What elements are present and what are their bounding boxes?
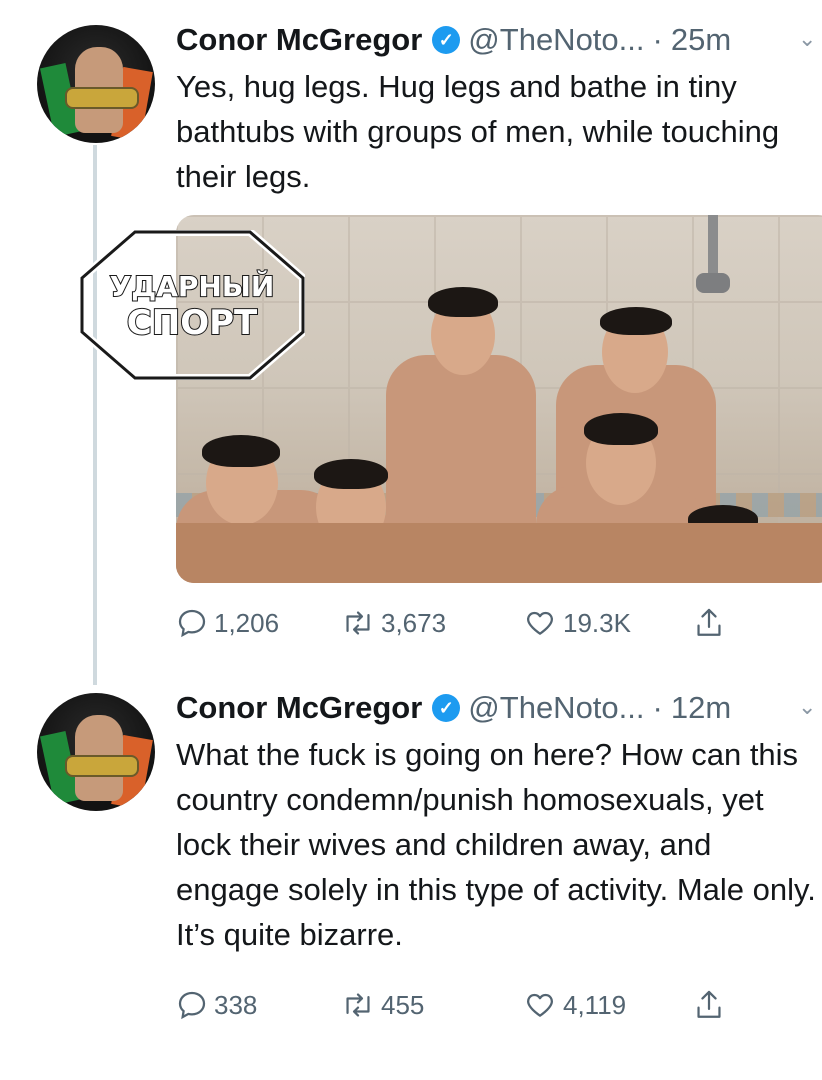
chevron-down-icon[interactable]: ⌄ bbox=[798, 26, 822, 56]
tweet[interactable]: Conor McGregor ✓ @TheNoto... · 25m ⌄ Yes… bbox=[0, 0, 822, 668]
verified-badge-icon: ✓ bbox=[432, 26, 461, 54]
reply-button[interactable]: 338 bbox=[176, 989, 257, 1021]
tweet-header: Conor McGregor ✓ @TheNoto... · 25m bbox=[176, 20, 731, 60]
share-button[interactable] bbox=[693, 606, 725, 640]
like-count: 4,119 bbox=[563, 989, 627, 1020]
tweet-header: Conor McGregor ✓ @TheNoto... · 12m bbox=[176, 688, 731, 728]
tweet-actions: 1,206 3,673 19.3K bbox=[176, 603, 776, 643]
retweet-button[interactable]: 455 bbox=[341, 989, 424, 1021]
photo-person-hair bbox=[584, 413, 658, 445]
watermark-line-2: СПОРТ bbox=[127, 303, 258, 343]
photo-person-hair bbox=[202, 435, 280, 467]
reply-count: 338 bbox=[214, 989, 258, 1020]
retweet-icon bbox=[346, 611, 370, 635]
like-button[interactable]: 19.3K bbox=[523, 607, 631, 639]
avatar-belt bbox=[65, 755, 139, 777]
like-icon bbox=[527, 993, 553, 1017]
photo-person-hair bbox=[428, 287, 498, 317]
tweet-timestamp[interactable]: 12m bbox=[671, 690, 731, 726]
watermark-line-1: УДАРНЫЙ bbox=[110, 269, 275, 303]
avatar[interactable] bbox=[37, 25, 155, 143]
retweet-button[interactable]: 3,673 bbox=[341, 607, 446, 639]
photo-person-hair bbox=[314, 459, 388, 489]
reply-count: 1,206 bbox=[214, 607, 280, 638]
author-handle[interactable]: @TheNoto... bbox=[468, 690, 644, 726]
chevron-down-icon[interactable]: ⌄ bbox=[798, 694, 822, 724]
watermark-logo: УДАРНЫЙ СПОРТ bbox=[80, 230, 305, 380]
tweet-text: What the fuck is going on here? How can … bbox=[176, 737, 816, 952]
like-button[interactable]: 4,119 bbox=[523, 989, 626, 1021]
avatar-belt bbox=[65, 87, 139, 109]
avatar[interactable] bbox=[37, 693, 155, 811]
retweet-icon bbox=[346, 993, 370, 1017]
author-name[interactable]: Conor McGregor bbox=[176, 22, 422, 58]
like-icon bbox=[527, 611, 553, 635]
photo-shower-head bbox=[696, 273, 730, 293]
retweet-count: 3,673 bbox=[381, 607, 447, 638]
like-count: 19.3K bbox=[563, 607, 631, 638]
reply-button[interactable]: 1,206 bbox=[176, 607, 279, 639]
author-name[interactable]: Conor McGregor bbox=[176, 690, 422, 726]
share-icon bbox=[697, 608, 721, 636]
share-button[interactable] bbox=[693, 988, 725, 1022]
photo-bathtub bbox=[176, 523, 822, 583]
separator-dot: · bbox=[652, 690, 663, 725]
retweet-count: 455 bbox=[381, 989, 425, 1020]
share-icon bbox=[697, 990, 721, 1018]
reply-icon bbox=[178, 991, 206, 1020]
reply-icon bbox=[178, 609, 206, 638]
verified-badge-icon: ✓ bbox=[432, 694, 461, 722]
tweet[interactable]: Conor McGregor ✓ @TheNoto... · 12m ⌄ Wha… bbox=[0, 668, 822, 1080]
tweet-actions: 338 455 4,119 bbox=[176, 985, 776, 1025]
tweet-text: Yes, hug legs. Hug legs and bathe in tin… bbox=[176, 69, 780, 194]
author-handle[interactable]: @TheNoto... bbox=[468, 22, 644, 58]
tweet-timestamp[interactable]: 25m bbox=[671, 22, 731, 58]
photo-person-hair bbox=[600, 307, 672, 335]
separator-dot: · bbox=[652, 22, 663, 57]
